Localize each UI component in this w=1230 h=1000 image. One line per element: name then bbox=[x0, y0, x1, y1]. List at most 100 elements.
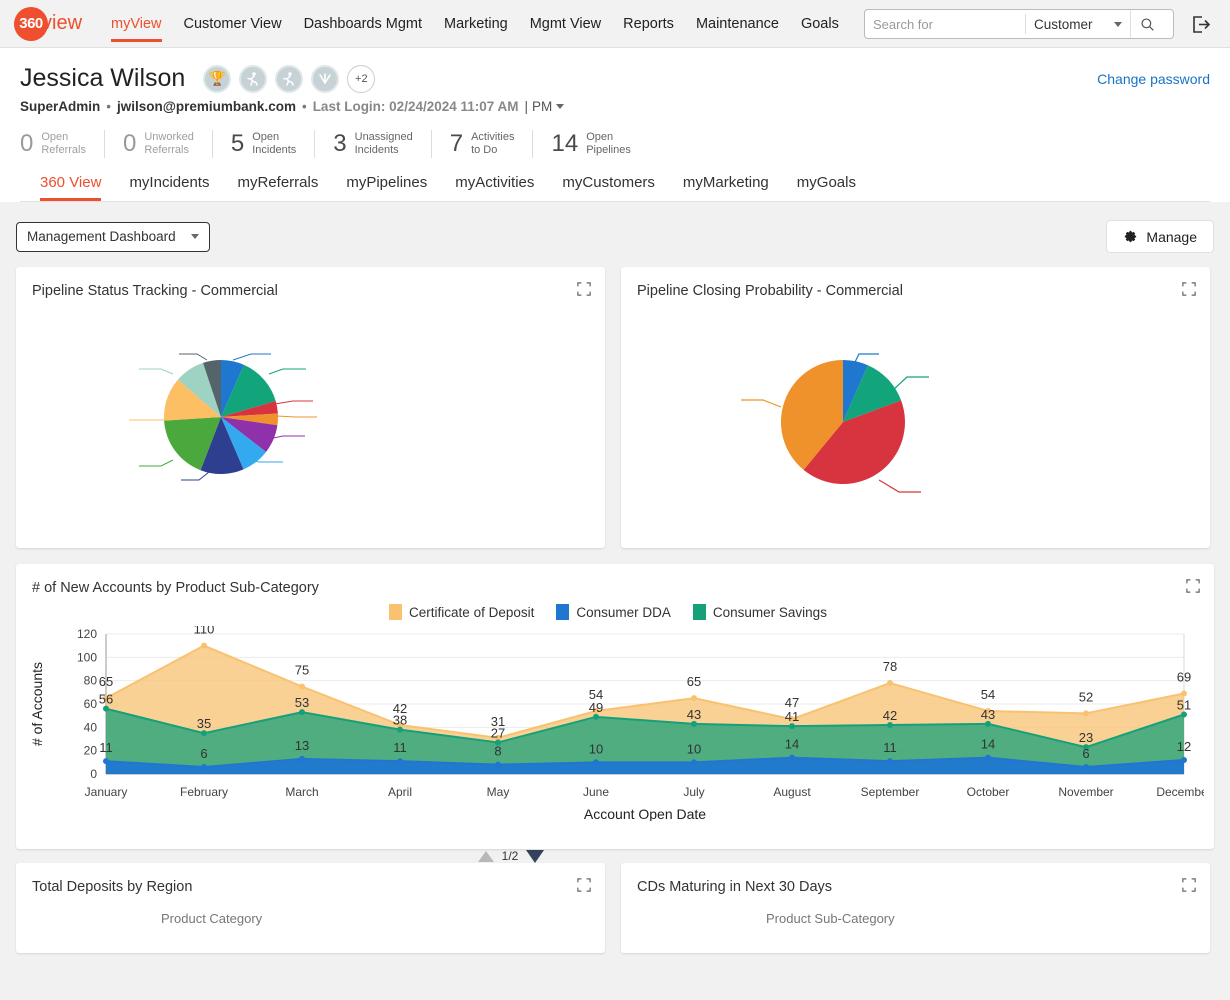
nav-item-reports[interactable]: Reports bbox=[612, 0, 685, 48]
tab-myreferrals[interactable]: myReferrals bbox=[223, 174, 332, 201]
stat-label-line1: Open bbox=[586, 131, 631, 144]
stat-open-referrals[interactable]: 0 Open Referrals bbox=[20, 130, 104, 158]
global-search: Customer bbox=[864, 9, 1174, 39]
data-point[interactable] bbox=[691, 695, 697, 701]
nav-item-maintenance[interactable]: Maintenance bbox=[685, 0, 790, 48]
data-point[interactable] bbox=[985, 755, 991, 761]
data-point[interactable] bbox=[397, 758, 403, 764]
expand-icon[interactable] bbox=[1186, 579, 1200, 593]
legend-next-page-icon[interactable] bbox=[526, 850, 544, 863]
tab-360-view[interactable]: 360 View bbox=[40, 174, 115, 201]
data-label: 12 bbox=[1177, 739, 1191, 754]
nav-item-myview[interactable]: myView bbox=[100, 0, 173, 48]
app-logo[interactable]: 360 view bbox=[14, 7, 82, 41]
card-pipeline-status: Pipeline Status Tracking - Commercial bbox=[16, 267, 605, 548]
tab-mycustomers[interactable]: myCustomers bbox=[548, 174, 669, 201]
data-label: 11 bbox=[393, 740, 407, 755]
expand-icon[interactable] bbox=[1182, 282, 1196, 296]
legend-item[interactable]: Consumer DDA bbox=[556, 604, 671, 620]
data-label: 51 bbox=[1177, 698, 1191, 713]
legend-label: Consumer Savings bbox=[713, 605, 827, 620]
y-axis-tick: 100 bbox=[77, 650, 97, 664]
stat-unassigned-incidents[interactable]: 3 Unassigned Incidents bbox=[314, 130, 430, 158]
nav-item-customer-view[interactable]: Customer View bbox=[173, 0, 293, 48]
stat-activities-todo[interactable]: 7 Activities to Do bbox=[431, 130, 533, 158]
runner-badge[interactable] bbox=[275, 65, 303, 93]
stat-label-line1: Unworked bbox=[144, 131, 194, 144]
trophy-badge[interactable]: 🏆 bbox=[203, 65, 231, 93]
stat-label: Unworked Referrals bbox=[144, 131, 194, 157]
data-label: 75 bbox=[295, 663, 309, 678]
x-axis-tick: July bbox=[683, 785, 704, 799]
x-axis-tick: September bbox=[861, 785, 920, 799]
search-icon bbox=[1140, 17, 1155, 32]
data-point[interactable] bbox=[1083, 764, 1089, 770]
x-axis-tick: June bbox=[583, 785, 609, 799]
expand-icon[interactable] bbox=[577, 282, 591, 296]
legend-item[interactable]: Certificate of Deposit bbox=[389, 604, 534, 620]
data-point[interactable] bbox=[201, 764, 207, 770]
y-axis-tick: 60 bbox=[84, 697, 98, 711]
kpi-stats-row: 0 Open Referrals 0 Unworked Referrals 5 … bbox=[20, 130, 1210, 164]
expand-icon[interactable] bbox=[1182, 878, 1196, 892]
data-point[interactable] bbox=[1083, 710, 1089, 716]
dashboard-select[interactable]: Management Dashboard bbox=[16, 222, 210, 252]
nav-item-goals[interactable]: Goals bbox=[790, 0, 850, 48]
expand-icon[interactable] bbox=[577, 878, 591, 892]
tab-myincidents[interactable]: myIncidents bbox=[115, 174, 223, 201]
stat-open-incidents[interactable]: 5 Open Incidents bbox=[212, 130, 314, 158]
nav-item-dashboards-mgmt[interactable]: Dashboards Mgmt bbox=[293, 0, 433, 48]
tab-mygoals[interactable]: myGoals bbox=[783, 174, 870, 201]
logout-button[interactable] bbox=[1188, 12, 1214, 36]
data-point[interactable] bbox=[789, 755, 795, 761]
tab-myactivities[interactable]: myActivities bbox=[441, 174, 548, 201]
data-point[interactable] bbox=[1181, 691, 1187, 697]
more-badges-count[interactable]: +2 bbox=[347, 65, 375, 93]
data-label: 27 bbox=[491, 726, 505, 741]
search-input[interactable] bbox=[865, 10, 1025, 38]
data-point[interactable] bbox=[495, 762, 501, 768]
data-point[interactable] bbox=[887, 680, 893, 686]
data-label: 13 bbox=[295, 738, 309, 753]
section-tabs: 360 View myIncidents myReferrals myPipel… bbox=[20, 164, 1210, 202]
card-cds-maturing: CDs Maturing in Next 30 Days Product Sub… bbox=[621, 863, 1210, 953]
nav-item-mgmt-view[interactable]: Mgmt View bbox=[519, 0, 612, 48]
ampm-select[interactable]: | PM bbox=[525, 99, 565, 114]
stat-unworked-referrals[interactable]: 0 Unworked Referrals bbox=[104, 130, 212, 158]
data-label: 23 bbox=[1079, 730, 1093, 745]
runner-badge[interactable] bbox=[239, 65, 267, 93]
stat-label-line2: Pipelines bbox=[586, 144, 631, 157]
achievement-badges: 🏆 +2 bbox=[203, 65, 375, 93]
tab-mymarketing[interactable]: myMarketing bbox=[669, 174, 783, 201]
legend-swatch bbox=[693, 604, 706, 620]
pipeline-probability-pie bbox=[631, 312, 1061, 512]
data-label: 43 bbox=[687, 707, 701, 722]
data-label: 43 bbox=[981, 707, 995, 722]
data-point[interactable] bbox=[887, 758, 893, 764]
logout-icon bbox=[1191, 15, 1211, 34]
search-scope-select[interactable]: Customer bbox=[1026, 17, 1130, 32]
legend-item[interactable]: Consumer Savings bbox=[693, 604, 827, 620]
data-point[interactable] bbox=[593, 759, 599, 765]
data-label: 10 bbox=[687, 741, 701, 756]
nav-item-marketing[interactable]: Marketing bbox=[433, 0, 519, 48]
tab-mypipelines[interactable]: myPipelines bbox=[332, 174, 441, 201]
data-point[interactable] bbox=[691, 759, 697, 765]
manage-button[interactable]: Manage bbox=[1106, 220, 1214, 253]
data-label: 42 bbox=[883, 708, 897, 723]
pipeline-status-pie bbox=[21, 312, 341, 522]
stat-label-line2: Referrals bbox=[144, 144, 194, 157]
stat-label-line1: Activities bbox=[471, 131, 514, 144]
data-point[interactable] bbox=[299, 684, 305, 690]
search-button[interactable] bbox=[1130, 10, 1164, 38]
stat-open-pipelines[interactable]: 14 Open Pipelines bbox=[532, 130, 648, 158]
data-point[interactable] bbox=[103, 758, 109, 764]
column-header-product-category: Product Category bbox=[16, 895, 605, 926]
arrow-down-badge[interactable] bbox=[311, 65, 339, 93]
data-point[interactable] bbox=[201, 643, 207, 649]
data-point[interactable] bbox=[1181, 757, 1187, 763]
change-password-link[interactable]: Change password bbox=[1097, 71, 1210, 87]
data-label: 14 bbox=[785, 737, 799, 752]
legend-prev-page-icon[interactable] bbox=[478, 851, 494, 862]
data-point[interactable] bbox=[299, 756, 305, 762]
